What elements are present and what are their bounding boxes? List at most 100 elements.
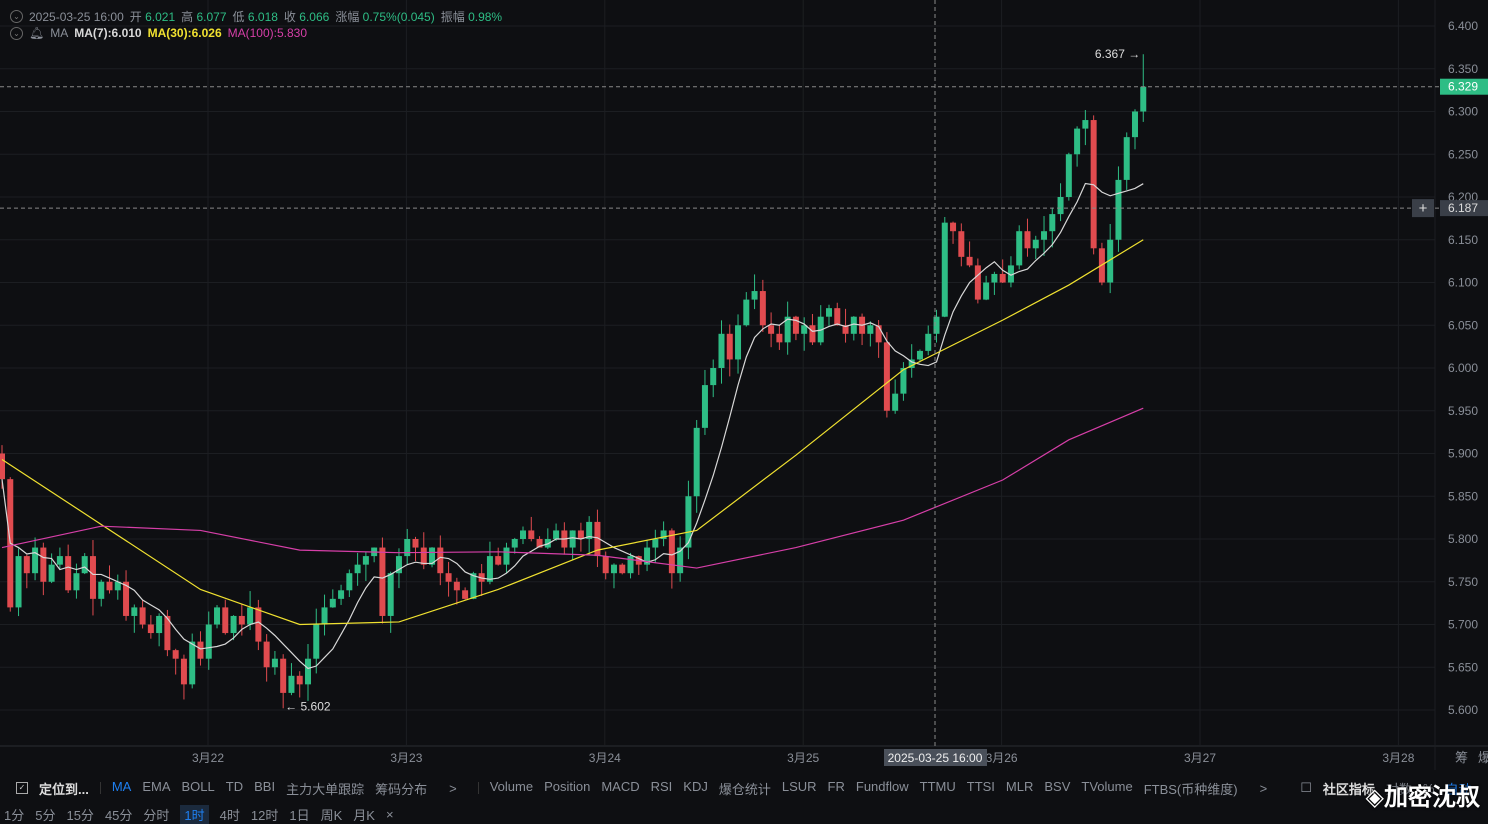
timeframe-3[interactable]: 45分: [105, 805, 132, 824]
candle-body: [1041, 231, 1048, 240]
y-tick-label: 6.250: [1448, 147, 1478, 161]
x-tick-label: 3月27: [1184, 751, 1216, 765]
candle-body: [255, 607, 262, 642]
sub-indicator-9[interactable]: TTMU: [920, 779, 956, 798]
candle-body: [89, 556, 96, 599]
timeframe-7[interactable]: 12时: [251, 805, 278, 824]
last-price-label: 6.329: [1448, 80, 1478, 94]
sub-indicator-1[interactable]: Position: [544, 779, 590, 798]
sub-indicator-7[interactable]: FR: [828, 779, 845, 798]
x-tick-label: 3月26: [986, 751, 1018, 765]
candle-body: [999, 273, 1006, 283]
sub-indicator-6[interactable]: LSUR: [782, 779, 817, 798]
calendar-icon[interactable]: ✓: [16, 782, 28, 794]
y-tick-label: 5.700: [1448, 618, 1478, 632]
sub-indicator-12[interactable]: BSV: [1044, 779, 1070, 798]
crosshair-time-label: 2025-03-25 16:00: [888, 751, 983, 765]
right-edge-label: 筹: [1455, 750, 1468, 765]
candle-body: [379, 547, 386, 616]
x-tick-label: 3月25: [787, 751, 819, 765]
y-tick-label: 5.600: [1448, 703, 1478, 717]
candle-body: [520, 530, 527, 539]
candle-body: [263, 641, 270, 668]
main-indicator-4[interactable]: BBI: [254, 779, 275, 798]
sub-indicator-2[interactable]: MACD: [601, 779, 639, 798]
ma-legend: ⌄ 🔔︎ MA MA(7):6.010 MA(30):6.026 MA(100)…: [10, 26, 307, 40]
watermark: ◈加密沈叔: [1366, 777, 1480, 812]
sub-indicator-3[interactable]: RSI: [651, 779, 673, 798]
main-indicator-5[interactable]: 主力大单跟踪: [286, 779, 364, 798]
candle-body: [1065, 154, 1072, 197]
sub-indicator-11[interactable]: MLR: [1006, 779, 1033, 798]
candle-body: [792, 316, 799, 334]
candle-body: [875, 325, 882, 343]
candle-body: [15, 556, 22, 608]
candle-body: [238, 615, 245, 625]
bell-icon[interactable]: 🔔︎: [29, 26, 44, 40]
edit-icon[interactable]: ☐: [1300, 780, 1312, 796]
main-indicator-3[interactable]: TD: [226, 779, 243, 798]
candle-body: [32, 547, 39, 574]
crosshair-price-label: 6.187: [1448, 201, 1478, 215]
main-indicator-0[interactable]: MA: [112, 779, 132, 798]
main-indicator-6[interactable]: 筹码分布: [375, 779, 427, 798]
timeframe-2[interactable]: 15分: [66, 805, 93, 824]
candle-body: [743, 299, 750, 326]
close-label: 收: [283, 10, 296, 24]
timeframe-8[interactable]: 1日: [289, 805, 309, 824]
sub-indicator-14[interactable]: FTBS(币种维度): [1144, 779, 1238, 798]
timeframe-10[interactable]: 月K: [353, 805, 375, 824]
collapse-icon[interactable]: ⌄: [10, 10, 23, 23]
candle-body: [321, 607, 328, 625]
candle-body: [296, 675, 303, 685]
more-sub-indicators[interactable]: >: [1260, 781, 1268, 796]
sub-indicator-5[interactable]: 爆仓统计: [719, 779, 771, 798]
sub-indicator-0[interactable]: Volume: [490, 779, 533, 798]
y-tick-label: 6.050: [1448, 318, 1478, 332]
candle-body: [445, 573, 452, 582]
y-tick-label: 6.400: [1448, 19, 1478, 33]
candle-body: [189, 641, 196, 685]
watermark-text: 加密沈叔: [1384, 784, 1480, 811]
candle-body: [1074, 128, 1081, 155]
candle-body: [834, 308, 841, 326]
candle-body: [751, 291, 758, 300]
candle-body: [420, 547, 427, 565]
collapse-icon[interactable]: ⌄: [10, 26, 23, 40]
close-icon[interactable]: ×: [386, 807, 394, 822]
candle-body: [826, 308, 832, 317]
indicator-toolbar: ✓ 定位到... MA EMA BOLL TD BBI 主力大单跟踪 筹码分布 > Volu…: [0, 779, 1488, 797]
candle-body: [1016, 231, 1023, 266]
timeframe-6[interactable]: 4时: [220, 805, 240, 824]
timeframe-4[interactable]: 分时: [143, 805, 169, 824]
candle-body: [619, 564, 626, 574]
sub-indicator-10[interactable]: TTSI: [967, 779, 995, 798]
locate-button[interactable]: 定位到...: [39, 779, 89, 798]
sub-indicator-13[interactable]: TVolume: [1081, 779, 1132, 798]
main-indicator-1[interactable]: EMA: [142, 779, 170, 798]
candle-body: [156, 615, 163, 634]
candlestick-chart[interactable]: 6.4006.3506.3006.2506.2006.1506.1006.050…: [0, 0, 1488, 770]
timeframe-1[interactable]: 5分: [35, 805, 55, 824]
sub-indicator-4[interactable]: KDJ: [683, 779, 708, 798]
candle-body: [48, 564, 55, 582]
candle-body: [735, 325, 742, 360]
y-tick-label: 6.150: [1448, 233, 1478, 247]
candle-body: [974, 265, 981, 300]
candle-body: [883, 342, 890, 411]
timeframe-5[interactable]: 1时: [180, 804, 209, 824]
sub-indicator-8[interactable]: Fundflow: [856, 779, 909, 798]
min-price-label: ← 5.602: [285, 699, 331, 713]
max-price-label: 6.367 →: [1095, 47, 1140, 61]
candle-body: [486, 556, 493, 582]
change-label: 涨幅: [335, 10, 360, 24]
more-main-indicators[interactable]: >: [449, 781, 457, 796]
candle-body: [354, 564, 361, 574]
main-indicator-2[interactable]: BOLL: [182, 779, 215, 798]
timeframe-9[interactable]: 周K: [321, 805, 343, 824]
candle-body: [40, 547, 47, 582]
candle-body: [950, 222, 957, 232]
timeframe-0[interactable]: 1分: [4, 805, 24, 824]
candle-body: [65, 556, 72, 591]
candle-body: [139, 607, 146, 625]
